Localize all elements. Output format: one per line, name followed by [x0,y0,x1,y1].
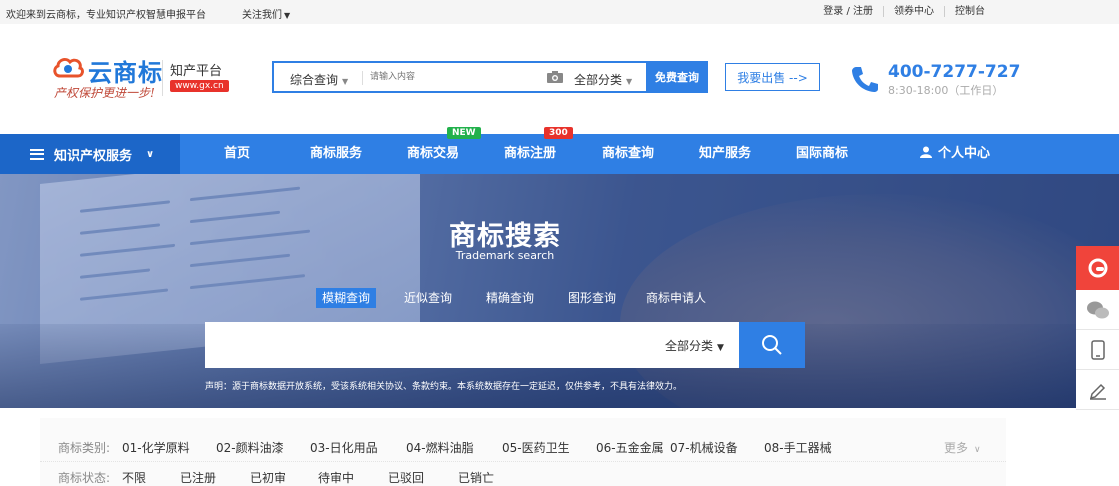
category-option[interactable]: 08-手工器械 [764,439,832,456]
banner-search-button[interactable] [739,322,805,368]
status-filter-label: 商标状态: [58,471,111,485]
header-search-input[interactable] [370,67,530,87]
more-categories-button[interactable]: 更多 ∨ [944,439,981,456]
nav-item-home[interactable]: 首页 [224,134,250,174]
hotline-hours: 8:30-18:00（工作日） [888,84,1004,97]
side-service-button[interactable] [1076,246,1119,290]
camera-icon[interactable] [546,70,564,84]
category-option[interactable]: 02-颜料油漆 [216,439,284,456]
nav-item-trademark-search[interactable]: 商标查询 [602,134,654,174]
banner-subtitle: Trademark search [455,249,555,262]
hotline-number: 400-7277-727 [888,62,1021,82]
status-option[interactable]: 待审中 [318,469,354,486]
mobile-icon [1090,339,1105,360]
user-center-label: 个人中心 [938,146,991,161]
customer-service-icon [1088,258,1107,278]
category-filter-label: 商标类别: [58,441,111,455]
category-option[interactable]: 07-机械设备 [670,439,738,456]
free-search-button[interactable]: 免费查询 [646,61,708,93]
status-option[interactable]: 已初审 [250,469,286,486]
search-category-select[interactable]: 全部分类 ▼ [574,71,632,88]
side-wechat-button[interactable] [1076,290,1119,330]
search-type-select[interactable]: 综合查询 ▼ [290,71,348,88]
cloud-logo-icon[interactable] [52,54,84,80]
follow-us-label: 关注我们 [242,10,282,21]
console-link[interactable]: 控制台 [944,6,995,17]
price-badge: 300 [544,127,573,139]
follow-us-dropdown[interactable]: 关注我们 ▼ [242,6,290,21]
sell-button[interactable]: 我要出售 --> [725,63,820,91]
welcome-text: 欢迎来到云商标，专业知识产权智慧申报平台 [6,10,206,21]
phone-icon [852,67,878,92]
banner-title: 商标搜索 [449,221,561,252]
banner-category-select[interactable]: 全部分类 ▼ [665,337,724,354]
side-feedback-button[interactable] [1076,370,1119,410]
nav-item-international[interactable]: 国际商标 [796,134,848,174]
caret-down-icon: ▼ [717,343,724,353]
main-nav: 知识产权服务 ∨ 首页 商标服务 商标交易 NEW 商标注册 300 商标查询 … [0,127,1119,174]
nav-item-trademark-trade[interactable]: 商标交易 NEW [407,127,481,174]
logo-text[interactable]: 云商标 [88,53,163,88]
logo-slogan: 产权保护更进一步! [54,86,155,100]
tab-exact-search[interactable]: 精确查询 [486,288,534,308]
status-option[interactable]: 已驳回 [388,469,424,486]
nav-item-trademark-trade-label: 商标交易 [407,146,460,161]
caret-down-icon: ▼ [626,77,633,86]
category-option[interactable]: 01-化学原料 [122,439,190,456]
caret-down-icon: ▼ [284,11,291,20]
nav-item-ip-service[interactable]: 知产服务 [699,134,751,174]
banner-search-box: 全部分类 ▼ [205,322,805,368]
login-register-link[interactable]: 登录 / 注册 [813,6,883,17]
all-services-menu[interactable]: 知识产权服务 ∨ [0,134,180,174]
banner-search-input[interactable] [215,330,635,360]
top-links: 登录 / 注册 领券中心 控制台 [813,6,995,17]
search-divider [362,71,363,85]
category-option[interactable]: 06-五金金属 [596,439,664,456]
nav-item-trademark-register[interactable]: 商标注册 300 [504,127,573,174]
search-category-label: 全部分类 [574,73,623,87]
banner-tint [0,174,1119,408]
chevron-down-icon: ∨ [974,445,981,455]
status-option[interactable]: 已销亡 [458,469,494,486]
coupon-center-link[interactable]: 领券中心 [883,6,944,17]
user-icon [920,146,932,158]
side-mobile-button[interactable] [1076,330,1119,370]
all-services-label: 知识产权服务 [54,148,133,164]
status-option[interactable]: 已注册 [180,469,216,486]
search-banner: 商标搜索 Trademark search 模糊查询 近似查询 精确查询 图形查… [0,174,1119,408]
chevron-down-icon: ∨ [146,148,155,160]
search-icon [762,335,782,355]
menu-icon [30,148,44,160]
category-option[interactable]: 04-燃料油脂 [406,439,474,456]
side-float-bar [1076,246,1119,410]
tab-similar-search[interactable]: 近似查询 [404,288,452,308]
nav-item-trademark-service[interactable]: 商标服务 [310,134,362,174]
status-option[interactable]: 不限 [122,469,146,486]
category-option[interactable]: 03-日化用品 [310,439,378,456]
top-bar: 欢迎来到云商标，专业知识产权智慧申报平台 关注我们 ▼ 登录 / 注册 领券中心 … [0,0,1119,24]
tab-image-search[interactable]: 图形查询 [568,288,616,308]
search-type-label: 综合查询 [290,73,339,87]
category-option[interactable]: 05-医药卫生 [502,439,570,456]
nav-item-trademark-register-label: 商标注册 [504,146,557,161]
logo-divider [162,60,163,96]
new-badge: NEW [447,127,481,139]
header-search: 综合查询▼ 全部分类▼ 免费查询 [272,61,708,93]
filter-row-status: 商标状态: 不限 已注册 已初审 待审中 已驳回 已销亡 [40,466,1006,486]
tab-fuzzy-search[interactable]: 模糊查询 [316,288,377,308]
wechat-icon [1086,301,1109,318]
edit-icon [1089,383,1106,400]
caret-down-icon: ▼ [342,77,349,86]
banner-category-label: 全部分类 [665,339,714,353]
disclaimer-text: 声明：源于商标数据开放系统，受该系统相关协议、条款约束。本系统数据存在一定延迟，… [205,382,683,392]
filter-row-category: 商标类别: 01-化学原料 02-颜料油漆 03-日化用品 04-燃料油脂 05… [40,428,1006,462]
platform-label: 知产平台 [170,64,223,79]
nav-item-user-center[interactable]: 个人中心 [920,134,990,174]
platform-url-badge: www.gx.cn [170,80,229,92]
tab-applicant-search[interactable]: 商标申请人 [646,288,706,308]
more-label: 更多 [944,441,969,455]
